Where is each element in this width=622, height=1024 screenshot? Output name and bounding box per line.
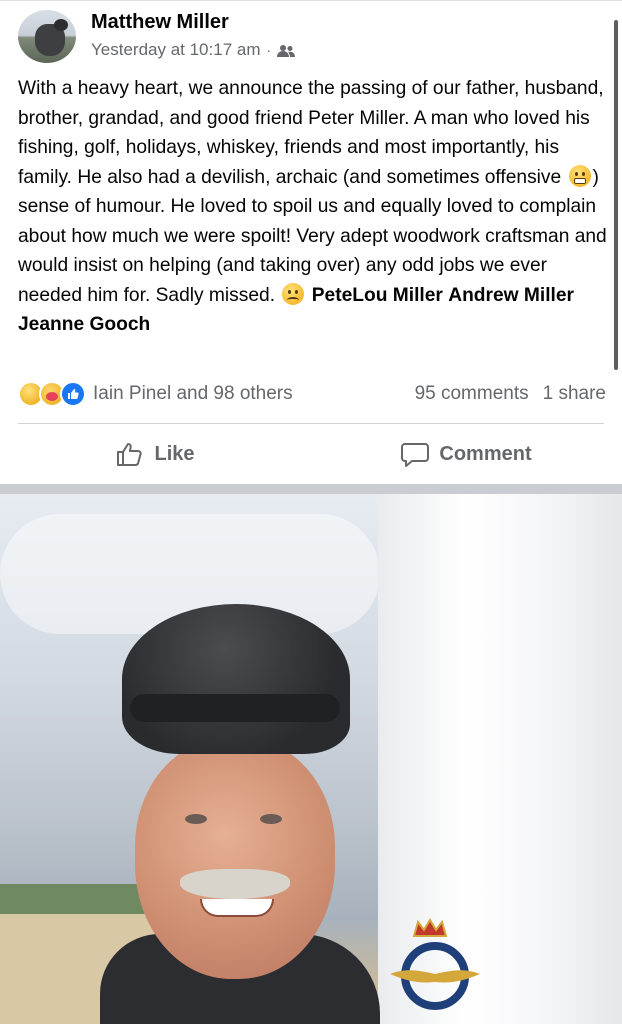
like-label: Like xyxy=(154,442,195,465)
person-cap-band xyxy=(130,694,340,722)
comment-icon xyxy=(401,443,430,467)
avatar-bird-head xyxy=(54,19,68,31)
divider xyxy=(18,423,604,424)
post-text: With a heavy heart, we announce the pass… xyxy=(18,74,610,340)
mention-andrew-miller[interactable]: Andrew Miller xyxy=(448,285,574,306)
slightly-frowning-emoji xyxy=(282,282,305,305)
post-text-part-1: With a heavy heart, we announce the pass… xyxy=(18,78,604,188)
post-actions: Like Comment xyxy=(0,432,622,476)
mention-petelou-miller[interactable]: PeteLou Miller xyxy=(312,285,443,306)
mention-jeanne-gooch[interactable]: Jeanne Gooch xyxy=(18,314,150,335)
author-name[interactable]: Matthew Miller xyxy=(91,11,229,34)
reactions-bar: Iain Pinel and 98 others 95 comments 1 s… xyxy=(18,380,606,408)
comment-label: Comment xyxy=(439,442,532,465)
grimacing-emoji xyxy=(568,164,591,187)
meta-separator: · xyxy=(266,42,272,58)
like-reaction-icon xyxy=(60,381,86,407)
post-photo[interactable] xyxy=(0,494,622,1024)
thumbs-up-icon xyxy=(117,443,143,466)
top-border xyxy=(0,0,622,1)
person-face xyxy=(135,739,335,979)
friends-icon[interactable] xyxy=(277,43,296,57)
person-moustache xyxy=(180,869,290,899)
comments-count[interactable]: 95 comments xyxy=(415,383,529,405)
post-meta: Yesterday at 10:17 am · xyxy=(91,40,296,60)
post-timestamp[interactable]: Yesterday at 10:17 am xyxy=(91,40,261,60)
section-separator xyxy=(0,484,622,494)
avatar[interactable] xyxy=(18,10,76,63)
photo-person xyxy=(100,604,380,1024)
reaction-icons[interactable] xyxy=(18,381,86,407)
person-eye-right xyxy=(260,814,282,824)
scrollbar[interactable] xyxy=(614,20,618,370)
emblem-icon xyxy=(390,918,480,1010)
person-smile xyxy=(200,899,274,917)
shares-count[interactable]: 1 share xyxy=(543,383,606,405)
like-button[interactable]: Like xyxy=(0,432,311,476)
person-eye-left xyxy=(185,814,207,824)
reaction-summary[interactable]: Iain Pinel and 98 others xyxy=(93,383,293,405)
post-header: Matthew Miller Yesterday at 10:17 am · xyxy=(18,10,618,64)
person-cap xyxy=(122,604,350,754)
comment-button[interactable]: Comment xyxy=(311,432,622,476)
